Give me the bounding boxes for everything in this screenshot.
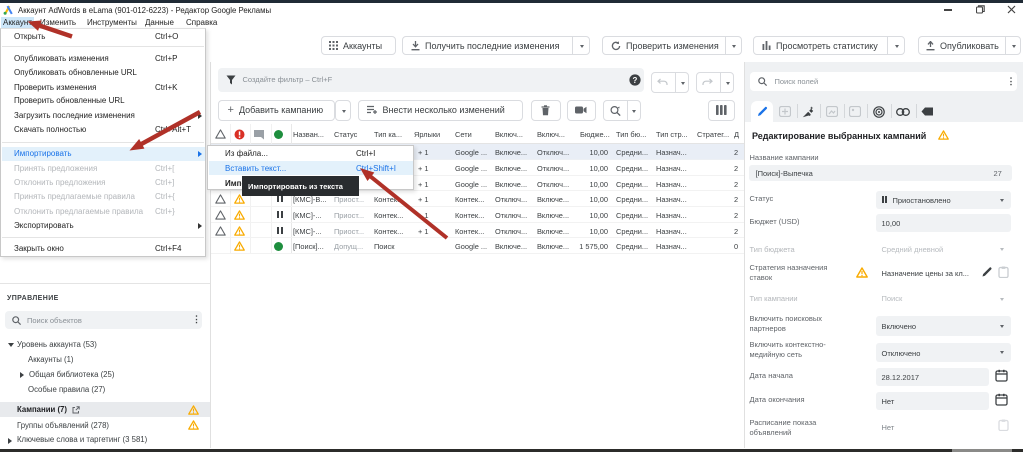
svg-text:?: ? (632, 75, 637, 84)
